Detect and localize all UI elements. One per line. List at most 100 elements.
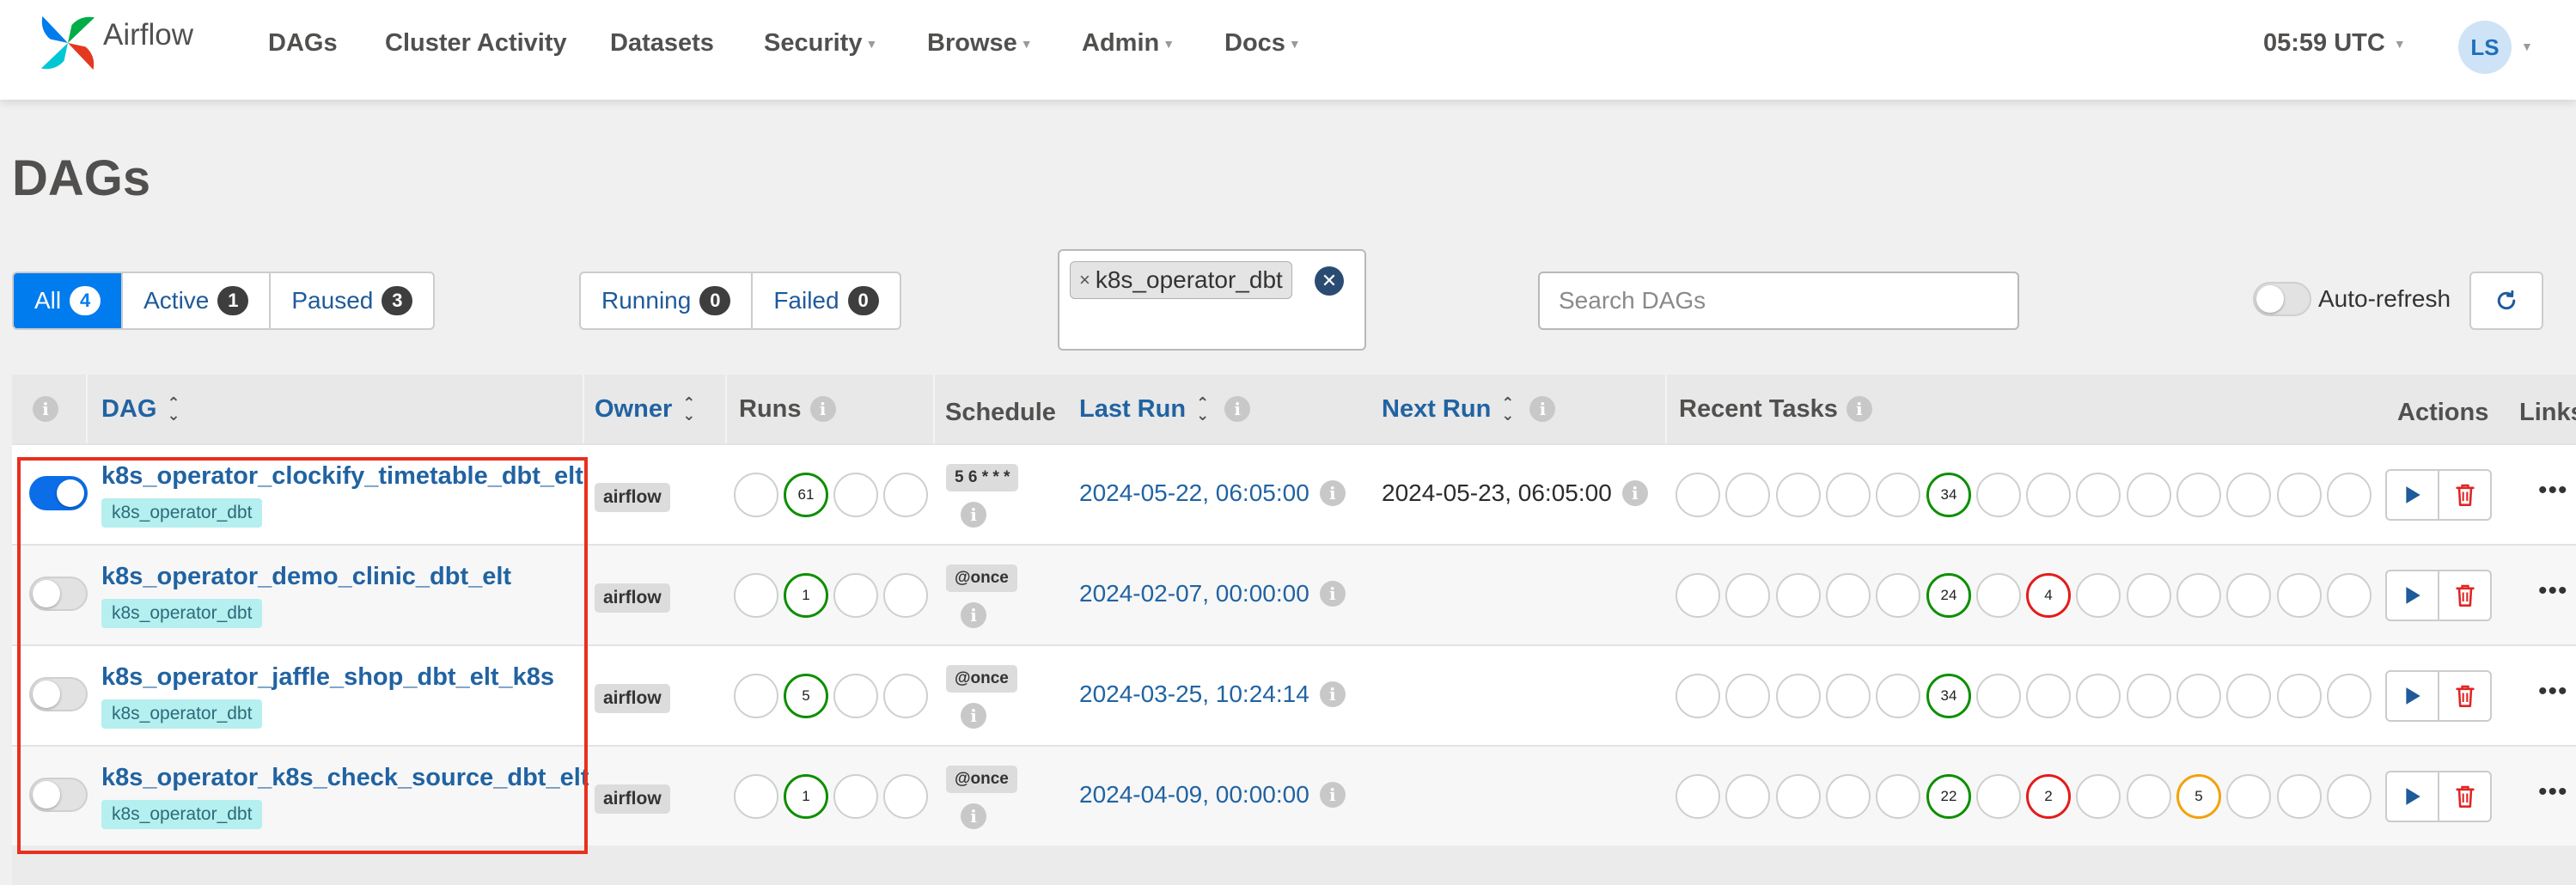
delete-dag-button[interactable]: [2439, 571, 2490, 620]
run-state-circle[interactable]: [883, 774, 928, 819]
task-state-circle[interactable]: [1776, 774, 1821, 819]
task-state-circle[interactable]: [1776, 573, 1821, 618]
sort-icon[interactable]: ⌃ ⌄: [1196, 395, 1209, 423]
last-run-link[interactable]: 2024-04-09, 00:00:00: [1079, 781, 1309, 809]
timezone-menu[interactable]: 05:59 UTC ▼: [2263, 29, 2406, 58]
task-state-circle[interactable]: 34: [1926, 674, 1971, 718]
dag-name-link[interactable]: k8s_operator_k8s_check_source_dbt_elt: [101, 764, 589, 792]
task-state-circle[interactable]: [2226, 573, 2271, 618]
run-state-circle[interactable]: [734, 473, 778, 517]
header-next-run[interactable]: Next Run ⌃ ⌄ i: [1382, 375, 1556, 443]
clear-tags-icon[interactable]: ✕: [1315, 266, 1344, 296]
run-state-circle[interactable]: [734, 573, 778, 618]
sort-icon[interactable]: ⌃ ⌄: [167, 395, 180, 423]
filter-paused[interactable]: Paused 3: [271, 273, 433, 328]
sort-icon[interactable]: ⌃ ⌄: [1501, 395, 1514, 423]
dag-name-link[interactable]: k8s_operator_clockify_timetable_dbt_elt: [101, 462, 583, 491]
caret-down-icon[interactable]: ▼: [2521, 40, 2533, 53]
task-state-circle[interactable]: [2327, 573, 2372, 618]
task-state-circle[interactable]: [1725, 674, 1770, 718]
task-state-circle[interactable]: [1776, 473, 1821, 517]
header-dag[interactable]: DAG ⌃ ⌄: [101, 375, 180, 443]
task-state-circle[interactable]: [1876, 774, 1920, 819]
info-icon[interactable]: i: [1529, 396, 1556, 422]
dag-pause-toggle[interactable]: [29, 476, 88, 510]
task-state-circle[interactable]: [2026, 674, 2071, 718]
task-state-circle[interactable]: [2127, 674, 2171, 718]
info-icon[interactable]: i: [961, 703, 986, 729]
header-last-run[interactable]: Last Run ⌃ ⌄ i: [1079, 375, 1251, 443]
task-state-circle[interactable]: [2127, 774, 2171, 819]
info-icon[interactable]: i: [1846, 396, 1872, 422]
task-state-circle[interactable]: [1976, 573, 2021, 618]
info-icon[interactable]: i: [1319, 782, 1346, 808]
task-state-circle[interactable]: [1676, 573, 1720, 618]
filter-all[interactable]: All 4: [14, 273, 124, 328]
nav-admin[interactable]: Admin ▼: [1082, 29, 1175, 58]
task-state-circle[interactable]: [1725, 473, 1770, 517]
user-avatar[interactable]: LS: [2458, 21, 2512, 74]
task-state-circle[interactable]: [1876, 674, 1920, 718]
task-state-circle[interactable]: [2327, 674, 2372, 718]
trigger-dag-button[interactable]: [2387, 672, 2439, 720]
task-state-circle[interactable]: [1976, 674, 2021, 718]
task-state-circle[interactable]: [2327, 473, 2372, 517]
task-state-circle[interactable]: [1826, 473, 1871, 517]
task-state-circle[interactable]: [2076, 674, 2121, 718]
dag-tag-badge[interactable]: k8s_operator_dbt: [101, 800, 263, 829]
task-state-circle[interactable]: 24: [1926, 573, 1971, 618]
task-state-circle[interactable]: [2127, 473, 2171, 517]
task-state-circle[interactable]: [1676, 473, 1720, 517]
dag-pause-toggle[interactable]: [29, 778, 88, 812]
run-state-circle[interactable]: 61: [784, 473, 828, 517]
owner-badge[interactable]: airflow: [595, 784, 670, 814]
run-state-circle[interactable]: [883, 573, 928, 618]
task-state-circle[interactable]: [2026, 473, 2071, 517]
owner-badge[interactable]: airflow: [595, 684, 670, 713]
last-run-link[interactable]: 2024-02-07, 00:00:00: [1079, 580, 1309, 607]
task-state-circle[interactable]: [2277, 473, 2322, 517]
trigger-dag-button[interactable]: [2387, 772, 2439, 821]
filter-running[interactable]: Running 0: [581, 273, 754, 328]
info-icon[interactable]: i: [1319, 480, 1346, 506]
info-icon[interactable]: i: [961, 502, 986, 528]
last-run-link[interactable]: 2024-05-22, 06:05:00: [1079, 479, 1309, 507]
task-state-circle[interactable]: [2226, 774, 2271, 819]
info-icon[interactable]: i: [809, 396, 836, 422]
task-state-circle[interactable]: [2127, 573, 2171, 618]
task-state-circle[interactable]: [1876, 573, 1920, 618]
info-icon[interactable]: i: [961, 602, 986, 628]
auto-refresh-toggle[interactable]: [2253, 282, 2311, 316]
task-state-circle[interactable]: [1976, 774, 2021, 819]
info-icon[interactable]: i: [1319, 681, 1346, 707]
task-state-circle[interactable]: [2076, 774, 2121, 819]
task-state-circle[interactable]: [2277, 674, 2322, 718]
task-state-circle[interactable]: [1776, 674, 1821, 718]
run-state-circle[interactable]: [833, 473, 878, 517]
run-state-circle[interactable]: [883, 674, 928, 718]
task-state-circle[interactable]: [1725, 573, 1770, 618]
delete-dag-button[interactable]: [2439, 471, 2490, 519]
brand[interactable]: Airflow: [36, 9, 193, 77]
task-state-circle[interactable]: [2277, 573, 2322, 618]
info-icon[interactable]: i: [1319, 581, 1346, 607]
links-menu-icon[interactable]: •••: [2538, 577, 2568, 606]
delete-dag-button[interactable]: [2439, 772, 2490, 821]
task-state-circle[interactable]: 22: [1926, 774, 1971, 819]
task-state-circle[interactable]: [2076, 473, 2121, 517]
task-state-circle[interactable]: [1826, 774, 1871, 819]
delete-dag-button[interactable]: [2439, 672, 2490, 720]
run-state-circle[interactable]: [883, 473, 928, 517]
nav-docs[interactable]: Docs ▼: [1224, 29, 1301, 58]
task-state-circle[interactable]: [1876, 473, 1920, 517]
nav-dags[interactable]: DAGs: [268, 29, 338, 58]
nav-datasets[interactable]: Datasets: [610, 29, 714, 58]
trigger-dag-button[interactable]: [2387, 471, 2439, 519]
info-icon[interactable]: i: [961, 803, 986, 829]
filter-failed[interactable]: Failed 0: [753, 273, 899, 328]
header-owner[interactable]: Owner ⌃ ⌄: [595, 375, 695, 443]
task-state-circle[interactable]: [2176, 473, 2221, 517]
info-icon[interactable]: i: [33, 396, 58, 422]
info-icon[interactable]: i: [1621, 480, 1648, 506]
owner-badge[interactable]: airflow: [595, 483, 670, 512]
